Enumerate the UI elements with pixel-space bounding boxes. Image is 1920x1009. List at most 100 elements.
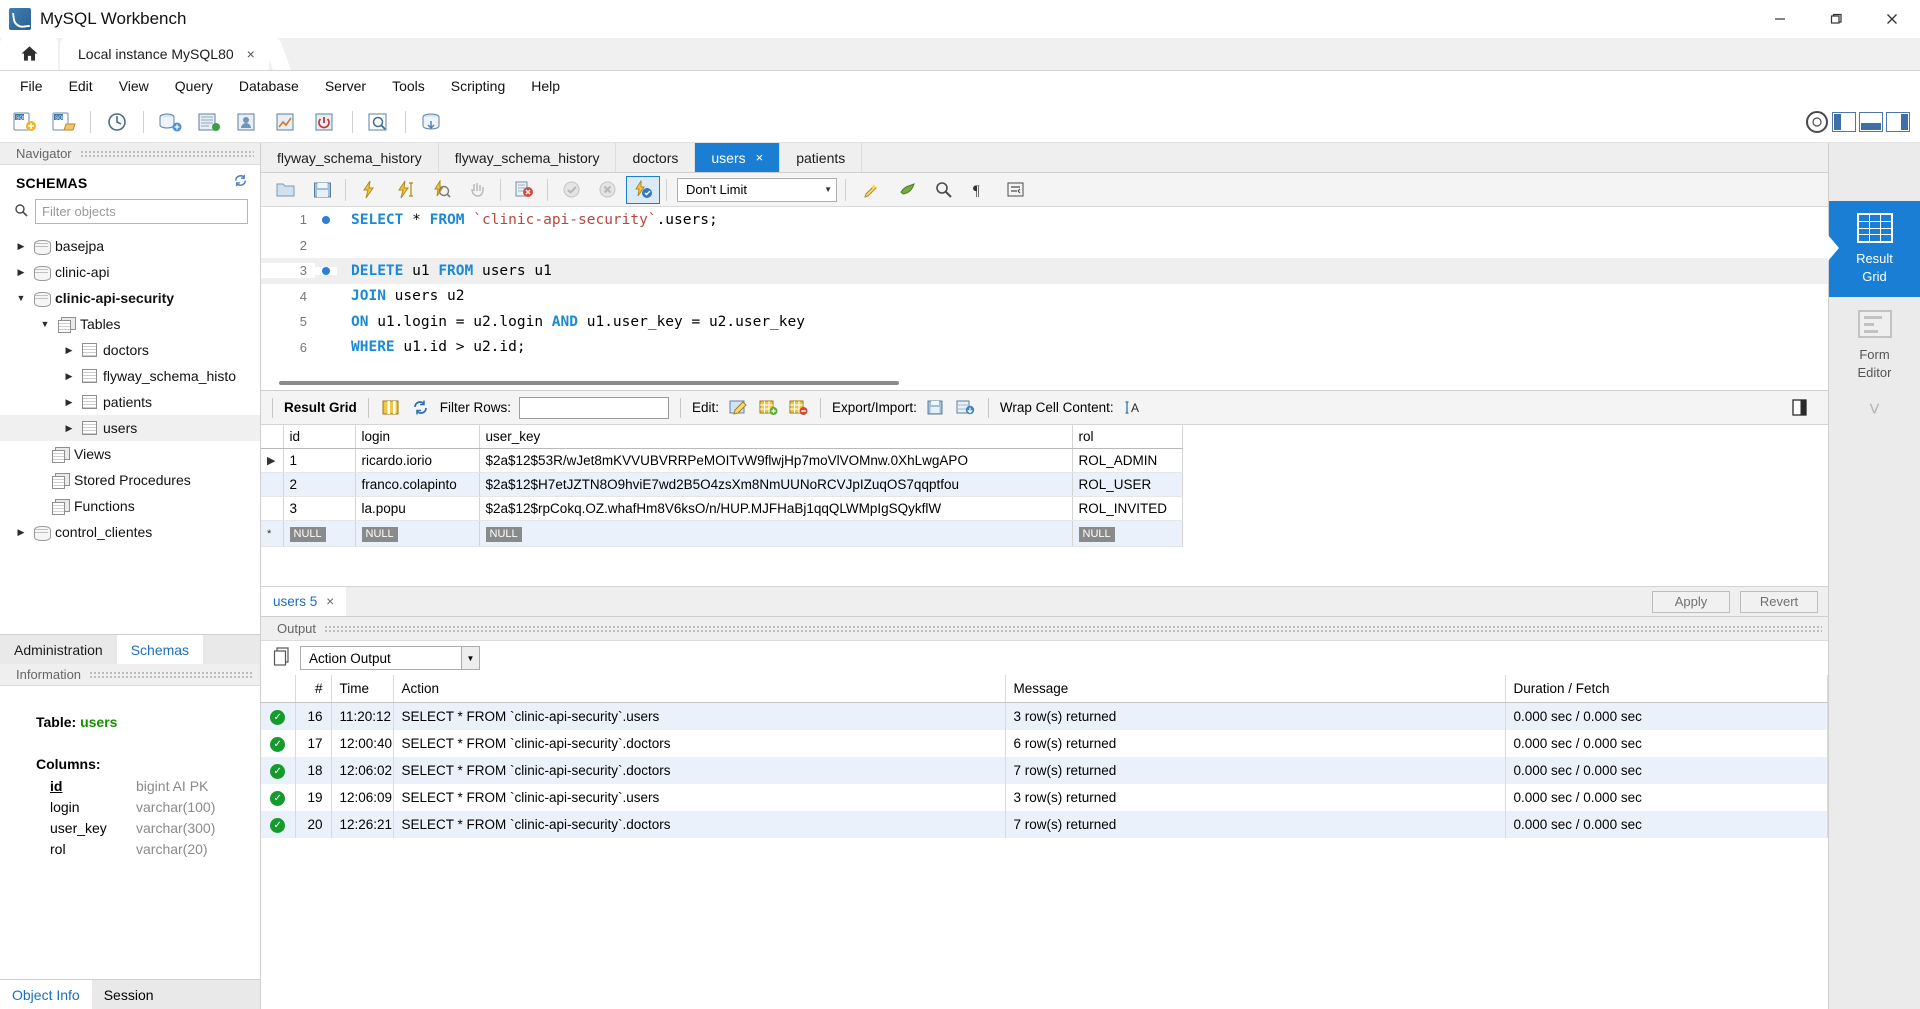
code-editor[interactable]: 1 SELECT * FROM `clinic-api-security`.us… <box>261 207 1828 378</box>
menu-server[interactable]: Server <box>313 74 378 98</box>
result-tab-close-icon[interactable]: × <box>326 594 334 609</box>
table-row[interactable]: ✓ 19 12:06:09 SELECT * FROM `clinic-api-… <box>261 783 1828 811</box>
menu-tools[interactable]: Tools <box>380 74 437 98</box>
minimize-button[interactable] <box>1752 0 1808 38</box>
table-row[interactable]: ▶ 1 ricardo.iorio $2a$12$53R/wJet8mKVVUB… <box>261 448 1183 473</box>
toggle-sidebar-icon[interactable] <box>1832 111 1856 132</box>
wrap-lines-icon[interactable] <box>998 176 1032 204</box>
table-row[interactable]: ✓ 18 12:06:02 SELECT * FROM `clinic-api-… <box>261 756 1828 784</box>
chevron-down-icon[interactable]: ▼ <box>461 647 479 669</box>
rail-item-result-grid[interactable]: Result Grid <box>1827 201 1920 297</box>
performance-dashboard-icon[interactable] <box>268 105 306 139</box>
chevron-right-icon[interactable]: ▶ <box>14 527 28 538</box>
cell-login[interactable]: franco.colapinto <box>355 472 480 497</box>
chevron-right-icon[interactable]: ▶ <box>62 371 76 382</box>
copy-icon[interactable] <box>273 647 290 669</box>
output-type-select[interactable]: Action Output ▼ <box>300 646 480 670</box>
chevron-down-icon[interactable]: ˅ <box>1869 399 1881 422</box>
users-privileges-icon[interactable] <box>229 105 267 139</box>
tree-item-tables[interactable]: ▼ Tables <box>0 311 260 337</box>
cell-login[interactable]: ricardo.iorio <box>355 448 480 473</box>
execute-current-statement-icon[interactable] <box>388 176 422 204</box>
cell-rol[interactable]: ROL_USER <box>1072 472 1183 497</box>
cell-user-key[interactable]: $2a$12$53R/wJet8mKVVUBVRRPeMOITvW9flwjHp… <box>479 448 1073 473</box>
chevron-right-icon[interactable]: ▶ <box>14 267 28 278</box>
delete-row-icon[interactable] <box>787 398 809 418</box>
instance-tab-local-mysql80[interactable]: Local instance MySQL80 × <box>60 37 269 70</box>
breakpoint-marker[interactable] <box>315 266 337 275</box>
cell-id[interactable]: 1 <box>283 448 356 473</box>
breakpoint-marker[interactable] <box>315 215 337 224</box>
chevron-right-icon[interactable]: ▶ <box>62 345 76 356</box>
rail-item-form-editor[interactable]: Form Editor <box>1829 297 1920 393</box>
tree-item-stored-procedures[interactable]: Stored Procedures <box>0 467 260 493</box>
tab-schemas[interactable]: Schemas <box>116 635 204 664</box>
scrollbar-thumb[interactable] <box>279 381 899 385</box>
cell-rol[interactable]: NULL <box>1072 520 1183 547</box>
tab-session[interactable]: Session <box>92 980 166 1009</box>
result-col-id[interactable]: id <box>283 425 356 449</box>
chevron-right-icon[interactable]: ▶ <box>62 397 76 408</box>
menu-query[interactable]: Query <box>163 74 225 98</box>
import-recordset-icon[interactable] <box>955 398 977 418</box>
toggle-secondary-sidebar-icon[interactable] <box>1886 111 1910 132</box>
output-col-duration[interactable]: Duration / Fetch <box>1505 675 1828 703</box>
beautify-icon[interactable] <box>854 176 888 204</box>
new-connection-icon[interactable] <box>151 105 189 139</box>
tree-item-functions[interactable]: Functions <box>0 493 260 519</box>
refresh-icon[interactable] <box>233 173 248 192</box>
chevron-down-icon[interactable]: ▼ <box>14 293 28 303</box>
cell-id[interactable]: 3 <box>283 496 356 521</box>
commit-icon[interactable] <box>554 176 588 204</box>
data-export-icon[interactable] <box>413 105 451 139</box>
open-sql-script-icon[interactable]: SQL <box>45 105 83 139</box>
table-row[interactable]: ✓ 16 11:20:12 SELECT * FROM `clinic-api-… <box>261 702 1828 730</box>
tab-object-info[interactable]: Object Info <box>0 980 92 1009</box>
tree-item-clinic-api[interactable]: ▶ clinic-api <box>0 259 260 285</box>
save-script-icon[interactable] <box>305 176 339 204</box>
toggle-output-icon[interactable] <box>1859 111 1883 132</box>
cell-id[interactable]: NULL <box>283 520 356 547</box>
cell-rol[interactable]: ROL_ADMIN <box>1072 448 1183 473</box>
tree-item-clinic-api-security[interactable]: ▼ clinic-api-security <box>0 285 260 311</box>
chevron-down-icon[interactable]: ▼ <box>824 185 832 194</box>
table-row-new[interactable]: * NULL NULL NULL NULL <box>261 520 1183 547</box>
cell-login[interactable]: NULL <box>355 520 480 547</box>
edit-cell-icon[interactable] <box>727 398 749 418</box>
cell-id[interactable]: 2 <box>283 472 356 497</box>
result-grid[interactable]: id login user_key rol ▶ 1 ricardo.iorio <box>261 425 1828 586</box>
open-connections-icon[interactable] <box>98 105 136 139</box>
stop-icon[interactable] <box>460 176 494 204</box>
output-col-action[interactable]: Action <box>393 675 1006 703</box>
server-status-icon[interactable] <box>190 105 228 139</box>
toggle-autocommit-icon[interactable] <box>626 175 660 204</box>
show-invisible-chars-icon[interactable]: ¶ <box>962 176 996 204</box>
open-script-icon[interactable] <box>269 176 303 204</box>
tree-item-flyway-schema-history[interactable]: ▶ flyway_schema_histo <box>0 363 260 389</box>
explain-icon[interactable] <box>424 176 458 204</box>
menu-help[interactable]: Help <box>519 74 572 98</box>
startup-shutdown-icon[interactable] <box>307 105 345 139</box>
wrap-cell-icon[interactable]: A <box>1122 398 1144 418</box>
find-icon[interactable] <box>890 176 924 204</box>
apply-button[interactable]: Apply <box>1652 590 1730 613</box>
output-col-message[interactable]: Message <box>1005 675 1506 703</box>
chevron-down-icon[interactable]: ▼ <box>38 319 52 329</box>
cell-user-key[interactable]: $2a$12$rpCokq.OZ.whafHm8V6ksO/n/HUP.MJFH… <box>479 496 1073 521</box>
chevron-right-icon[interactable]: ▶ <box>62 423 76 434</box>
revert-button[interactable]: Revert <box>1740 590 1818 613</box>
table-row[interactable]: ✓ 17 12:00:40 SELECT * FROM `clinic-api-… <box>261 729 1828 757</box>
grid-view-icon[interactable] <box>380 398 402 418</box>
tab-doctors[interactable]: doctors <box>616 143 696 172</box>
table-row[interactable]: 3 la.popu $2a$12$rpCokq.OZ.whafHm8V6ksO/… <box>261 496 1183 521</box>
editor-horizontal-scrollbar[interactable] <box>261 378 1828 390</box>
cell-user-key[interactable]: NULL <box>479 520 1073 547</box>
result-col-user-key[interactable]: user_key <box>479 425 1073 449</box>
table-row[interactable]: ✓ 20 12:26:21 SELECT * FROM `clinic-api-… <box>261 810 1828 838</box>
tree-item-control-clientes[interactable]: ▶ control_clientes <box>0 519 260 545</box>
execute-icon[interactable] <box>352 176 386 204</box>
instance-tab-close-icon[interactable]: × <box>247 47 255 61</box>
table-row[interactable]: 2 franco.colapinto $2a$12$H7etJZTN8O9hvi… <box>261 472 1183 497</box>
result-col-rol[interactable]: rol <box>1072 425 1183 449</box>
tree-item-doctors[interactable]: ▶ doctors <box>0 337 260 363</box>
